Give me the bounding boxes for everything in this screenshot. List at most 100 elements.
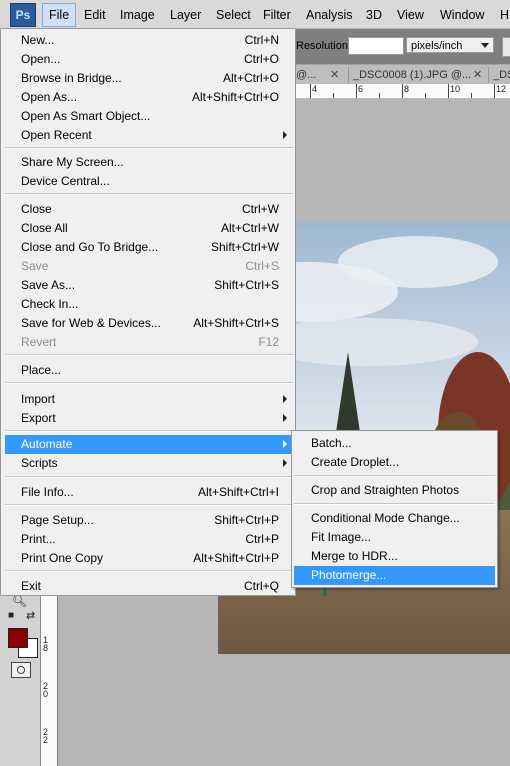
- quick-mask-icon[interactable]: [11, 662, 31, 678]
- menu-item-shortcut: Shift+Ctrl+P: [214, 513, 279, 527]
- menu-item-page-setup[interactable]: Page Setup... Shift+Ctrl+P: [5, 511, 293, 530]
- submenu-arrow-icon: [283, 395, 287, 403]
- menu-item-save: Save Ctrl+S: [5, 257, 293, 276]
- menu-item-shortcut: F12: [258, 335, 279, 349]
- menu-item-file-info[interactable]: File Info... Alt+Shift+Ctrl+I: [5, 483, 293, 502]
- menu-item-close[interactable]: Close Ctrl+W: [5, 200, 293, 219]
- menu-item-label: File Info...: [21, 485, 74, 499]
- menu-view[interactable]: View: [397, 7, 424, 23]
- menu-item-label: Import: [21, 392, 56, 406]
- menu-item-label: Browse in Bridge...: [21, 71, 122, 85]
- menu-item-save-for-web[interactable]: Save for Web & Devices... Alt+Shift+Ctrl+…: [5, 314, 293, 333]
- resolution-label: Resolution:: [296, 40, 352, 52]
- menu-item-batch[interactable]: Batch...: [294, 434, 495, 453]
- menu-item-place[interactable]: Place...: [5, 361, 293, 380]
- menu-select[interactable]: Select: [216, 7, 251, 23]
- menu-item-label: Open As...: [21, 90, 78, 104]
- menu-item-merge-to-hdr[interactable]: Merge to HDR...: [294, 547, 495, 566]
- menu-item-scripts[interactable]: Scripts: [5, 454, 293, 473]
- close-icon[interactable]: ✕: [473, 67, 482, 83]
- photoshop-logo[interactable]: Ps: [10, 3, 36, 27]
- menu-help[interactable]: H: [500, 7, 509, 23]
- options-extra-button[interactable]: [502, 37, 510, 57]
- menu-item-exit[interactable]: Exit Ctrl+Q: [5, 577, 293, 596]
- menu-item-label: Device Central...: [21, 174, 110, 188]
- swap-colors-icon[interactable]: ⇄: [26, 609, 35, 622]
- menu-item-close-and-go-to-bridge[interactable]: Close and Go To Bridge... Shift+Ctrl+W: [5, 238, 293, 257]
- ruler-label: 20: [43, 681, 49, 699]
- menu-item-browse-in-bridge[interactable]: Browse in Bridge... Alt+Ctrl+O: [5, 69, 293, 88]
- menu-item-shortcut: Ctrl+P: [245, 532, 279, 546]
- menu-item-new[interactable]: New... Ctrl+N: [5, 31, 293, 50]
- menu-item-shortcut: Alt+Shift+Ctrl+S: [193, 316, 279, 330]
- menu-item-open-as-smart-object[interactable]: Open As Smart Object...: [5, 107, 293, 126]
- menu-item-photomerge[interactable]: Photomerge...: [294, 566, 495, 585]
- menu-item-label: Automate: [21, 437, 73, 451]
- menu-item-revert: Revert F12: [5, 333, 293, 352]
- menu-filter[interactable]: Filter: [263, 7, 291, 23]
- menu-edit[interactable]: Edit: [84, 7, 106, 23]
- menu-item-label: Close All: [21, 221, 68, 235]
- menu-item-shortcut: Ctrl+N: [244, 33, 279, 47]
- menu-item-share-my-screen[interactable]: Share My Screen...: [5, 153, 293, 172]
- close-icon[interactable]: ✕: [330, 67, 339, 83]
- menu-item-device-central[interactable]: Device Central...: [5, 172, 293, 191]
- menu-item-close-all[interactable]: Close All Alt+Ctrl+W: [5, 219, 293, 238]
- menu-item-shortcut: Alt+Ctrl+O: [222, 71, 279, 85]
- resolution-unit-select[interactable]: pixels/inch: [406, 37, 494, 53]
- menu-item-save-as[interactable]: Save As... Shift+Ctrl+S: [5, 276, 293, 295]
- menu-item-shortcut: Alt+Shift+Ctrl+I: [197, 485, 279, 499]
- menu-item-shortcut: Ctrl+Q: [243, 579, 279, 593]
- menu-item-label: Share My Screen...: [21, 155, 124, 169]
- menu-item-automate[interactable]: Automate: [5, 435, 293, 454]
- ruler-tick: [356, 84, 357, 98]
- menu-separator: [294, 475, 495, 477]
- menu-separator: [5, 382, 293, 384]
- tab-label: _DS: [493, 69, 510, 81]
- ruler-label: 18: [43, 635, 49, 653]
- menu-item-print-one-copy[interactable]: Print One Copy Alt+Shift+Ctrl+P: [5, 549, 293, 568]
- menu-item-label: Fit Image...: [311, 530, 372, 544]
- menu-analysis[interactable]: Analysis: [306, 7, 353, 23]
- menu-item-label: Open Recent: [21, 128, 92, 142]
- default-colors-icon[interactable]: ■: [8, 610, 14, 621]
- tab-document-3[interactable]: _DS: [488, 67, 510, 83]
- menu-item-label: Photomerge...: [311, 568, 387, 582]
- menu-item-label: Save for Web & Devices...: [21, 316, 161, 330]
- menu-item-open-recent[interactable]: Open Recent: [5, 126, 293, 145]
- menu-item-import[interactable]: Import: [5, 390, 293, 409]
- resolution-input[interactable]: [348, 37, 404, 55]
- menu-item-conditional-mode-change[interactable]: Conditional Mode Change...: [294, 509, 495, 528]
- menu-bar: Ps File Edit Image Layer Select Filter A…: [0, 0, 510, 29]
- ruler-tick: [402, 84, 403, 98]
- menu-item-fit-image[interactable]: Fit Image...: [294, 528, 495, 547]
- menu-separator: [294, 503, 495, 505]
- menu-item-label: Create Droplet...: [311, 455, 400, 469]
- menu-file[interactable]: File: [42, 3, 77, 27]
- menu-item-open-as[interactable]: Open As... Alt+Shift+Ctrl+O: [5, 88, 293, 107]
- menu-item-create-droplet[interactable]: Create Droplet...: [294, 453, 495, 472]
- menu-3d[interactable]: 3D: [366, 7, 382, 23]
- menu-item-check-in[interactable]: Check In...: [5, 295, 293, 314]
- ruler-label: 12: [496, 84, 507, 94]
- menu-item-open[interactable]: Open... Ctrl+O: [5, 50, 293, 69]
- menu-separator: [5, 570, 293, 572]
- zoom-icon[interactable]: 🔍︎: [12, 594, 27, 608]
- menu-item-shortcut: Shift+Ctrl+W: [210, 240, 279, 254]
- menu-window[interactable]: Window: [440, 7, 484, 23]
- menu-item-label: Close and Go To Bridge...: [21, 240, 159, 254]
- menu-item-crop-and-straighten[interactable]: Crop and Straighten Photos: [294, 481, 495, 500]
- foreground-color-swatch[interactable]: [8, 628, 28, 648]
- document-tabs: @... ✕ _DSC0008 (1).JPG @... ✕ _DS: [296, 64, 510, 85]
- tab-document-2[interactable]: _DSC0008 (1).JPG @... ✕: [348, 67, 482, 83]
- tab-document-1[interactable]: @... ✕: [296, 67, 339, 83]
- ruler-tick: [310, 84, 311, 98]
- menu-image[interactable]: Image: [120, 7, 155, 23]
- submenu-arrow-icon: [283, 131, 287, 139]
- horizontal-ruler: 4 6 8 10 12: [296, 84, 510, 99]
- menu-layer[interactable]: Layer: [170, 7, 201, 23]
- menu-item-print[interactable]: Print... Ctrl+P: [5, 530, 293, 549]
- menu-separator: [5, 504, 293, 506]
- resolution-unit-value: pixels/inch: [411, 40, 463, 52]
- menu-item-export[interactable]: Export: [5, 409, 293, 428]
